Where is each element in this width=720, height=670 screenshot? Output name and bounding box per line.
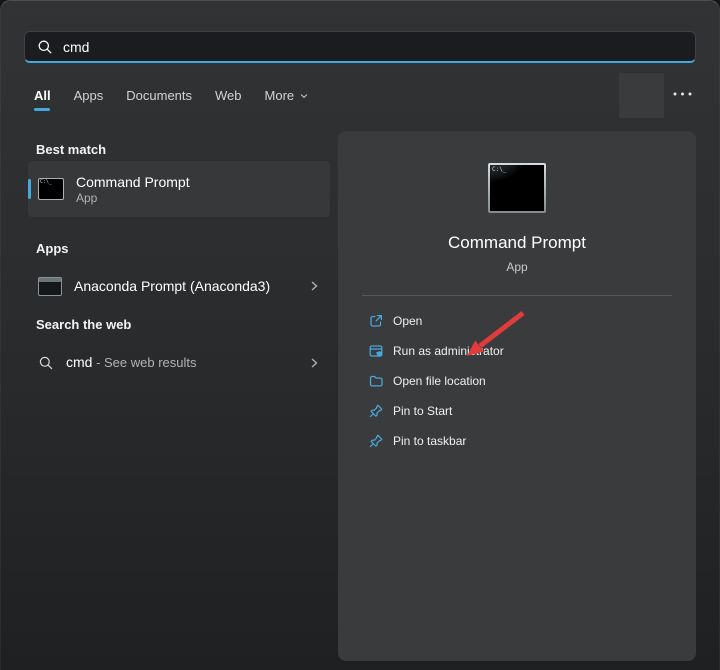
tab-label: Apps: [74, 88, 104, 103]
action-pin-to-start[interactable]: Pin to Start: [368, 396, 696, 426]
result-best-match-command-prompt[interactable]: Command Prompt App: [28, 161, 330, 217]
tab-label: More: [265, 88, 295, 103]
tab-label: Web: [215, 88, 242, 103]
selection-accent-bar: [28, 179, 31, 199]
search-box[interactable]: [24, 31, 696, 63]
active-tab-indicator: [34, 108, 50, 111]
search-input[interactable]: [63, 39, 683, 55]
open-external-icon: [368, 313, 384, 329]
result-anaconda-prompt[interactable]: Anaconda Prompt (Anaconda3): [28, 266, 330, 306]
result-title: Command Prompt: [76, 173, 190, 191]
web-query: cmd: [66, 354, 92, 370]
chevron-down-icon: [299, 91, 309, 101]
chevron-right-icon[interactable]: [308, 280, 320, 292]
action-label: Pin to taskbar: [393, 434, 466, 448]
result-subtitle: App: [76, 191, 190, 206]
action-open-file-location[interactable]: Open file location: [368, 366, 696, 396]
hover-highlight-tile: [619, 73, 664, 118]
result-text: Command Prompt App: [76, 173, 190, 206]
web-suffix: - See web results: [92, 355, 196, 370]
folder-icon: [368, 373, 384, 389]
tab-label: Documents: [126, 88, 192, 103]
tab-web[interactable]: Web: [215, 88, 242, 111]
command-prompt-icon: [38, 178, 64, 200]
result-title: Anaconda Prompt (Anaconda3): [74, 277, 270, 295]
run-as-admin-icon: [368, 343, 384, 359]
result-web-search-cmd[interactable]: cmd - See web results: [28, 344, 330, 382]
action-pin-to-taskbar[interactable]: Pin to taskbar: [368, 426, 696, 456]
search-icon: [37, 39, 53, 55]
pin-icon: [368, 433, 384, 449]
action-label: Open: [393, 314, 422, 328]
tab-label: All: [34, 88, 51, 103]
tab-documents[interactable]: Documents: [126, 88, 192, 111]
search-flyout: All Apps Documents Web More: [0, 0, 720, 670]
section-header-search-web: Search the web: [36, 317, 131, 332]
preview-title: Command Prompt: [448, 233, 586, 253]
command-prompt-icon-large: [488, 163, 546, 213]
options-button[interactable]: [668, 86, 696, 102]
annotation-arrow: [455, 303, 535, 363]
action-label: Open file location: [393, 374, 486, 388]
magnifier-icon: [38, 355, 54, 371]
pin-icon: [368, 403, 384, 419]
tab-all[interactable]: All: [34, 88, 51, 111]
section-header-best-match: Best match: [36, 142, 106, 157]
preview-subtitle: App: [506, 260, 527, 274]
chevron-right-icon[interactable]: [308, 357, 320, 369]
section-header-apps: Apps: [36, 241, 69, 256]
ellipsis-icon: [672, 91, 693, 97]
divider: [362, 295, 672, 296]
preview-pane: Command Prompt App Open: [338, 131, 696, 661]
action-label: Pin to Start: [393, 404, 452, 418]
filter-tabs: All Apps Documents Web More: [34, 88, 309, 111]
terminal-screen: [490, 165, 544, 211]
terminal-icon: [38, 277, 62, 296]
result-text: cmd - See web results: [66, 354, 197, 372]
tab-more[interactable]: More: [265, 88, 310, 111]
tab-apps[interactable]: Apps: [74, 88, 104, 111]
